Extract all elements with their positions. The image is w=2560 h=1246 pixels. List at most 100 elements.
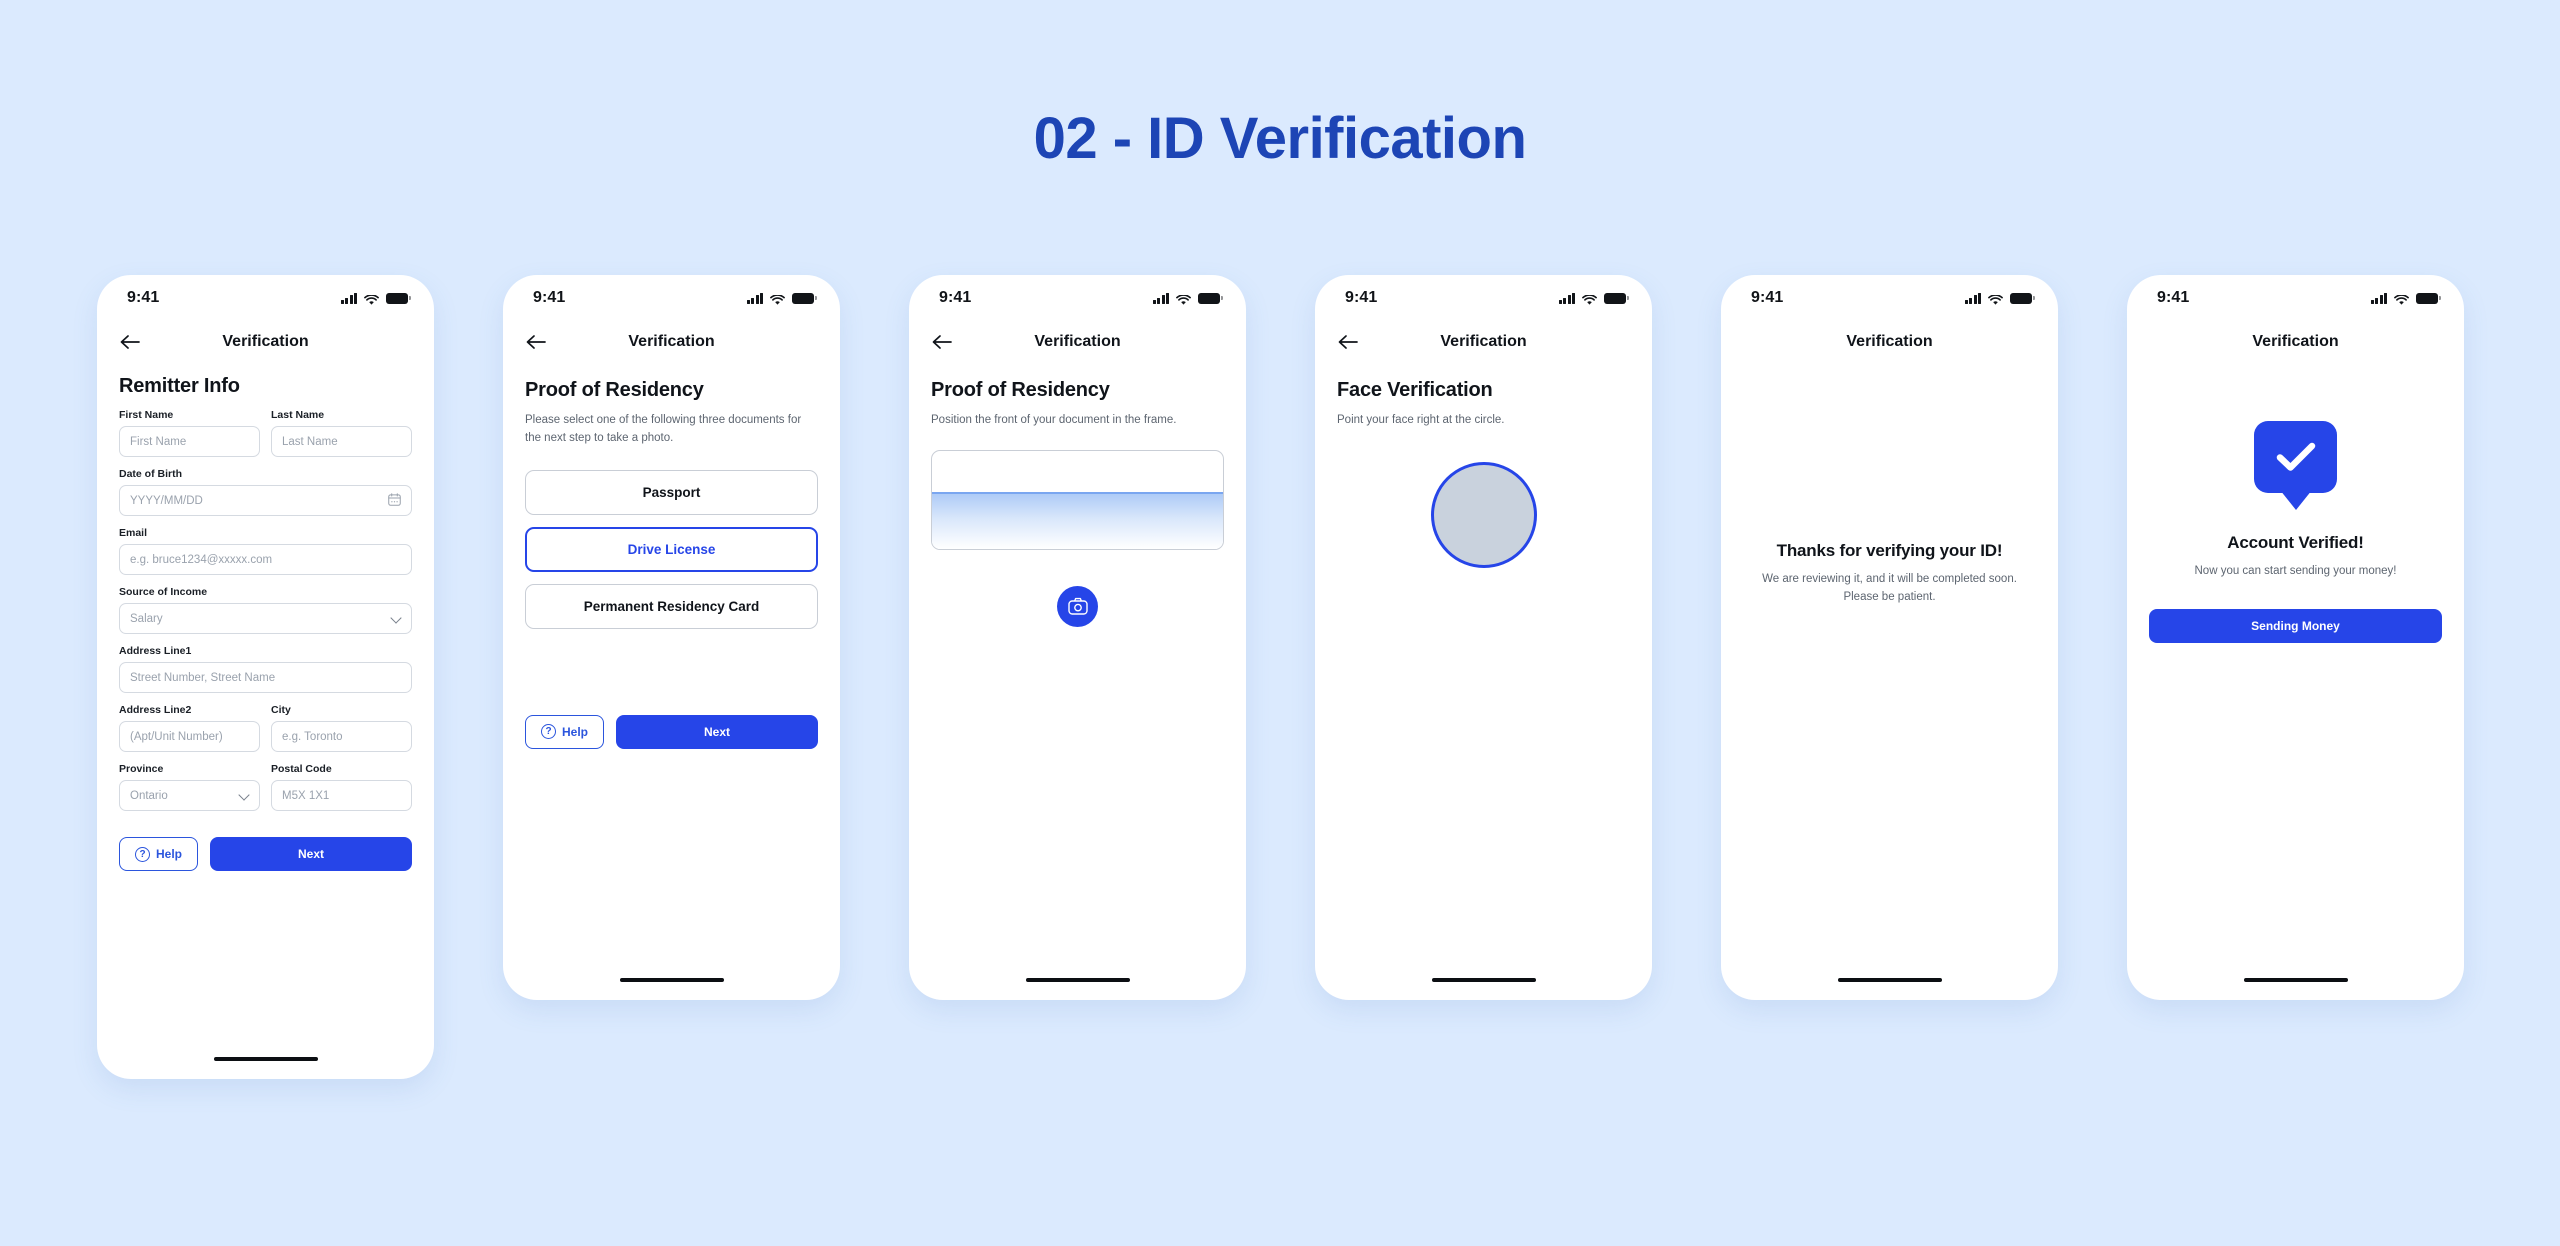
address2-city-row: Address Line2 (Apt/Unit Number) City e.g… (119, 704, 412, 752)
next-button[interactable]: Next (210, 837, 412, 871)
back-arrow-icon[interactable] (525, 334, 547, 350)
status-bar: 9:41 (909, 275, 1246, 321)
nav-bar: Verification (503, 321, 840, 363)
nav-title: Verification (222, 333, 309, 350)
question-mark-icon: ? (135, 846, 150, 862)
battery-icon (2010, 292, 2035, 304)
dob-input[interactable]: YYYY/MM/DD (119, 485, 412, 516)
phone-screen-document-capture: 9:41 Verification Proof of Residency Pos… (909, 275, 1246, 1000)
address2-group: Address Line2 (Apt/Unit Number) (119, 704, 260, 752)
battery-icon (1604, 292, 1629, 304)
province-value: Ontario (130, 789, 168, 802)
nav-title: Verification (628, 333, 715, 350)
status-bar: 9:41 (1315, 275, 1652, 321)
page-subtext: Position the front of your document in t… (931, 414, 1177, 426)
signal-icon (1558, 292, 1575, 304)
nav-title: Verification (2252, 333, 2339, 350)
status-bar: 9:41 (2127, 275, 2464, 321)
name-row: First Name First Name Last Name Last Nam… (119, 409, 412, 457)
wifi-icon (770, 293, 785, 305)
phone-screen-account-verified: 9:41 Verification Account Verified! Now … (2127, 275, 2464, 1000)
help-button[interactable]: ? Help (525, 714, 605, 749)
nav-bar: Verification (97, 321, 434, 363)
email-input[interactable]: e.g. bruce1234@xxxxx.com (119, 544, 412, 575)
nav-bar: Verification (909, 321, 1246, 363)
status-bar: 9:41 (97, 275, 434, 321)
calendar-icon[interactable] (388, 492, 401, 509)
wifi-icon (1176, 293, 1191, 305)
status-bar-time: 9:41 (1751, 289, 1784, 306)
page-heading: Face Verification (1337, 379, 1493, 401)
signal-icon (746, 292, 763, 304)
chevron-down-icon (238, 788, 250, 801)
verified-message-block: Account Verified! Now you can start send… (2127, 533, 2464, 581)
last-name-input[interactable]: Last Name (271, 426, 412, 457)
city-group: City e.g. Toronto (271, 704, 412, 752)
document-option-passport[interactable]: Passport (525, 469, 818, 515)
page-heading: Proof of Residency (525, 379, 704, 401)
pending-body: We are reviewing it, and it will be comp… (1762, 573, 2017, 603)
document-scan-frame (931, 449, 1224, 550)
battery-icon (386, 292, 411, 304)
city-input[interactable]: e.g. Toronto (271, 721, 412, 752)
province-postal-row: Province Ontario Postal Code M5X 1X1 (119, 763, 412, 811)
status-bar-time: 9:41 (2157, 289, 2190, 306)
page-heading: Remitter Info (119, 375, 240, 397)
postal-code-input[interactable]: M5X 1X1 (271, 780, 412, 811)
province-group: Province Ontario (119, 763, 260, 811)
email-label: Email (119, 527, 148, 539)
last-name-label: Last Name (271, 409, 325, 421)
status-bar-icons (1152, 292, 1223, 305)
province-select[interactable]: Ontario (119, 780, 260, 811)
back-arrow-icon[interactable] (1337, 334, 1359, 350)
back-arrow-icon[interactable] (119, 334, 141, 350)
address1-label: Address Line1 (119, 645, 192, 657)
document-option-drive-license[interactable]: Drive License (525, 526, 818, 572)
check-badge-icon (2254, 421, 2337, 493)
help-button-label: Help (156, 847, 183, 861)
first-name-group: First Name First Name (119, 409, 260, 457)
battery-icon (792, 292, 817, 304)
poster-canvas: 02 - ID Verification 9:41 Verification R… (0, 0, 2560, 1246)
scan-gradient (932, 493, 1223, 549)
nav-bar: Verification (1721, 321, 2058, 363)
home-indicator (619, 977, 724, 982)
screen-content: Remitter Info First Name First Name Last… (97, 375, 434, 871)
city-label: City (271, 704, 291, 716)
dob-label: Date of Birth (119, 468, 182, 480)
screen-content: Proof of Residency Please select one of … (503, 379, 840, 749)
home-indicator (1837, 977, 1942, 982)
pending-message-block: Thanks for verifying your ID! We are rev… (1721, 541, 2058, 607)
first-name-input[interactable]: First Name (119, 426, 260, 457)
province-label: Province (119, 763, 164, 775)
address1-input[interactable]: Street Number, Street Name (119, 662, 412, 693)
email-group: Email e.g. bruce1234@xxxxx.com (119, 527, 412, 575)
phone-screen-verification-pending: 9:41 Verification Thanks for verifying y… (1721, 275, 2058, 1000)
verified-badge-wrap (2127, 421, 2464, 493)
dob-placeholder: YYYY/MM/DD (130, 494, 203, 507)
document-option-permanent-residency-card[interactable]: Permanent Residency Card (525, 583, 818, 629)
help-button-label: Help (562, 724, 589, 739)
signal-icon (340, 292, 357, 304)
back-arrow-icon[interactable] (931, 334, 953, 350)
first-name-label: First Name (119, 409, 174, 421)
status-bar-time: 9:41 (127, 289, 160, 306)
help-button[interactable]: ? Help (119, 837, 199, 871)
chevron-down-icon (390, 611, 402, 624)
source-of-income-select[interactable]: Salary (119, 603, 412, 634)
postal-code-label: Postal Code (271, 763, 332, 775)
page-subtext: Please select one of the following three… (525, 414, 802, 444)
action-buttons: ? Help Next (525, 714, 818, 749)
status-bar-icons (2370, 292, 2441, 305)
sending-money-button[interactable]: Sending Money (2149, 608, 2442, 643)
nav-bar: Verification (2127, 321, 2464, 363)
home-indicator (1431, 977, 1536, 982)
next-button[interactable]: Next (616, 714, 818, 749)
address2-input[interactable]: (Apt/Unit Number) (119, 721, 260, 752)
status-bar-icons (1964, 292, 2035, 305)
status-bar-time: 9:41 (939, 289, 972, 306)
dob-group: Date of Birth YYYY/MM/DD (119, 468, 412, 516)
camera-shutter-button[interactable] (1057, 585, 1098, 627)
nav-bar: Verification (1315, 321, 1652, 363)
wifi-icon (1582, 293, 1597, 305)
